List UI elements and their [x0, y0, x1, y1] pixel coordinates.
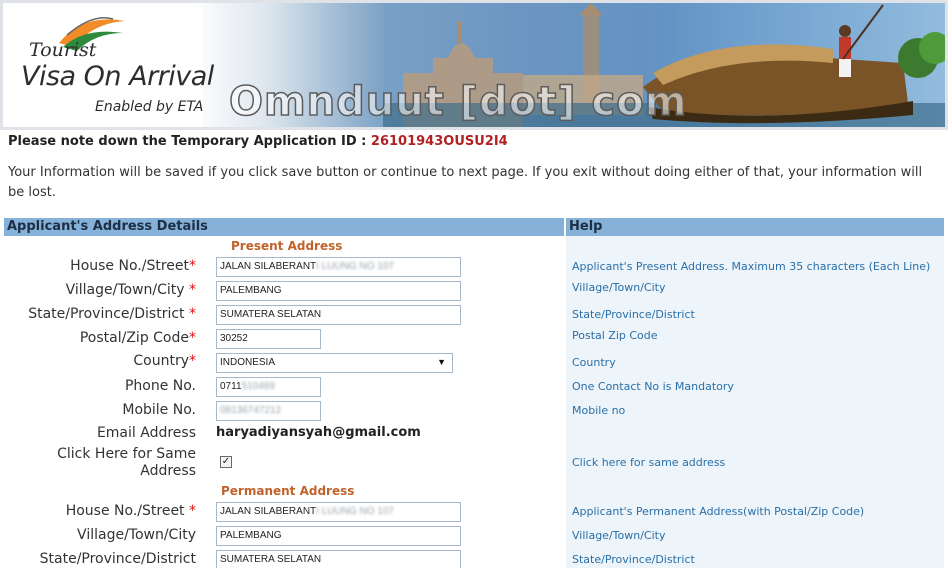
present-village-label: Village/Town/City *: [65, 282, 196, 298]
present-mobile-label: Mobile No.: [122, 402, 196, 418]
present-email-value: haryadiyansyah@gmail.com: [216, 425, 421, 440]
same-address-label: Click Here for Same Address: [57, 446, 196, 479]
present-country-label: Country*: [133, 353, 196, 369]
present-state-input[interactable]: SUMATERA SELATAN: [216, 305, 461, 325]
present-country-select[interactable]: INDONESIA ▼: [216, 353, 453, 373]
help-perm-house: Applicant's Permanent Address(with Posta…: [572, 505, 865, 518]
required-asterisk: *: [189, 258, 196, 274]
app-id-value: 26101943OUSU2I4: [370, 134, 508, 149]
logo-title: Visa On Arrival: [21, 61, 214, 92]
present-address-title: Present Address: [231, 239, 343, 253]
help-column: Applicant's Present Address. Maximum 35 …: [566, 236, 944, 568]
save-info-text: Your Information will be saved if you cl…: [8, 165, 923, 200]
perm-village-label: Village/Town/City: [77, 527, 196, 543]
permanent-address-title: Permanent Address: [221, 484, 355, 498]
perm-state-label: State/Province/District: [39, 551, 196, 567]
triangle-down-icon: ▼: [437, 357, 446, 367]
logo-tourist-text: Tourist: [29, 39, 97, 61]
present-postal-label: Postal/Zip Code*: [79, 330, 196, 346]
address-details-header: Applicant's Address Details: [4, 218, 564, 236]
help-mobile: Mobile no: [572, 404, 626, 417]
perm-state-input[interactable]: SUMATERA SELATAN: [216, 550, 461, 568]
present-village-input[interactable]: PALEMBANG: [216, 281, 461, 301]
present-mobile-input[interactable]: 08136747212: [216, 401, 321, 421]
help-village: Village/Town/City: [572, 281, 666, 294]
present-email-label: Email Address: [96, 425, 196, 441]
help-state: State/Province/District: [572, 308, 695, 321]
header-banner: Tourist Visa On Arrival Enabled by ETA O…: [0, 0, 948, 130]
perm-house-input[interactable]: JALAN SILABERANTI LUUNG NO 107: [216, 502, 461, 522]
app-id-label: Please note down the Temporary Applicati…: [8, 134, 367, 149]
help-house: Applicant's Present Address. Maximum 35 …: [572, 260, 931, 273]
help-country: Country: [572, 356, 616, 369]
present-state-label: State/Province/District *: [28, 306, 196, 322]
temporary-app-id-notice: Please note down the Temporary Applicati…: [8, 134, 508, 149]
help-postal: Postal Zip Code: [572, 329, 658, 342]
help-phone: One Contact No is Mandatory: [572, 380, 734, 393]
help-perm-state: State/Province/District: [572, 553, 695, 566]
present-house-input[interactable]: JALAN SILABERANTI LUUNG NO 107: [216, 257, 461, 277]
same-address-checkbox[interactable]: ✓: [220, 456, 232, 468]
logo-subtitle: Enabled by ETA: [95, 99, 204, 115]
perm-house-label: House No./Street *: [65, 503, 196, 519]
present-phone-input[interactable]: 0711510469: [216, 377, 321, 397]
help-header: Help: [566, 218, 944, 236]
present-postal-input[interactable]: 30252: [216, 329, 321, 349]
present-phone-label: Phone No.: [124, 378, 196, 394]
watermark-text: Omnduut [dot] com: [228, 78, 688, 126]
perm-village-input[interactable]: PALEMBANG: [216, 526, 461, 546]
help-perm-village: Village/Town/City: [572, 529, 666, 542]
present-house-label: House No./Street*: [70, 258, 196, 274]
help-same-address: Click here for same address: [572, 456, 726, 469]
